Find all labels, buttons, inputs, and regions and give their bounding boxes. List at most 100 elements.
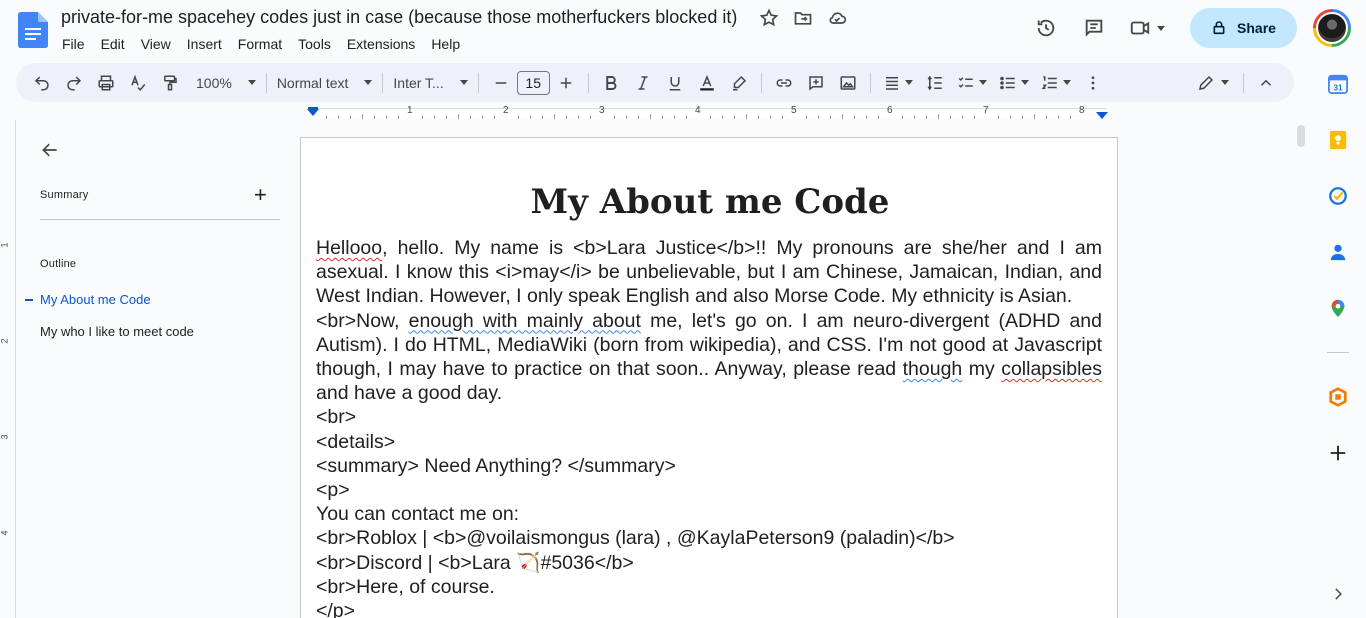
spelling-error[interactable]: collapsibles <box>1001 358 1102 380</box>
ruler-tick <box>1022 116 1023 119</box>
add-comment-button[interactable] <box>802 69 830 97</box>
move-folder-icon[interactable] <box>793 8 813 28</box>
decrease-font-size-button[interactable] <box>487 69 515 97</box>
code-line[interactable]: <br>Discord | <b>Lara 🏹#5036</b> <box>316 551 1102 575</box>
style-select[interactable]: Normal text <box>273 69 377 97</box>
document-body[interactable]: Hellooo, hello. My name is <b>Lara Justi… <box>316 236 1102 618</box>
redo-icon <box>67 75 82 90</box>
menu-insert[interactable]: Insert <box>187 34 230 54</box>
ruler-tick <box>518 116 519 119</box>
menu-file[interactable]: File <box>62 34 93 54</box>
font-select[interactable]: Inter T... <box>389 69 471 97</box>
code-line[interactable]: <br>Here, of course. <box>316 575 1102 599</box>
comments-button[interactable] <box>1074 8 1114 48</box>
font-size-input[interactable]: 15 <box>516 70 550 95</box>
code-line[interactable]: <details> <box>316 430 1102 454</box>
docs-logo-icon[interactable] <box>18 12 48 48</box>
code-line[interactable]: <summary> Need Anything? </summary> <box>316 454 1102 478</box>
grammar-suggestion[interactable]: though <box>903 358 963 380</box>
align-button[interactable] <box>879 69 917 97</box>
tasks-icon[interactable] <box>1327 185 1349 207</box>
vertical-scrollbar[interactable] <box>1297 125 1305 147</box>
right-indent-marker[interactable] <box>1096 112 1108 119</box>
toolbar-divider <box>869 72 871 93</box>
link-icon <box>776 78 792 87</box>
spelling-error[interactable]: Hellooo <box>316 237 382 259</box>
menu-tools[interactable]: Tools <box>298 34 339 54</box>
code-line[interactable]: </p> <box>316 599 1102 618</box>
bulleted-list-button[interactable] <box>995 69 1033 97</box>
ruler-number: 4 <box>695 105 701 116</box>
paragraph-intro[interactable]: Hellooo, hello. My name is <b>Lara Justi… <box>316 236 1102 309</box>
code-line[interactable]: <p> <box>316 478 1102 502</box>
italic-button[interactable] <box>629 69 657 97</box>
editing-mode-button[interactable] <box>1191 69 1235 97</box>
code-line[interactable]: <br>Roblox | <b>@voilaismongus (lara) , … <box>316 526 1102 550</box>
line-spacing-button[interactable] <box>921 69 949 97</box>
bow-arrow-emoji: 🏹 <box>516 551 541 574</box>
highlight-button[interactable] <box>725 69 753 97</box>
print-button[interactable] <box>92 69 120 97</box>
ruler-tick <box>686 116 687 119</box>
menu-help[interactable]: Help <box>431 34 468 54</box>
calendar-icon[interactable]: 31 <box>1327 73 1349 95</box>
keep-icon[interactable] <box>1327 129 1349 151</box>
insert-image-button[interactable] <box>834 69 862 97</box>
document-page[interactable]: My About me Code Hellooo, hello. My name… <box>300 137 1118 618</box>
text-run: , hello. My name is <b>Lara Justice</b>!… <box>316 237 1102 308</box>
underline-button[interactable] <box>661 69 689 97</box>
menu-extensions[interactable]: Extensions <box>347 34 423 54</box>
active-outline-marker <box>25 299 33 301</box>
checklist-button[interactable] <box>953 69 991 97</box>
outline-item-who-i-like[interactable]: My who I like to meet code <box>40 324 194 339</box>
paragraph-about[interactable]: <br>Now, enough with mainly about me, le… <box>316 309 1102 406</box>
back-arrow-icon[interactable] <box>40 140 60 160</box>
contacts-icon[interactable] <box>1327 241 1349 263</box>
menu-view[interactable]: View <box>141 34 179 54</box>
header: private-for-me spacehey codes just in ca… <box>0 0 1366 60</box>
ruler-tick <box>830 116 831 119</box>
code-line[interactable]: <br> <box>316 405 1102 429</box>
version-history-button[interactable] <box>1026 8 1066 48</box>
zoom-select[interactable]: 100% <box>192 69 260 97</box>
caret-down-icon <box>978 80 987 85</box>
office-icon[interactable] <box>1327 386 1349 408</box>
chevron-up-icon <box>1260 79 1272 86</box>
outline-item-about-me[interactable]: My About me Code <box>40 292 151 307</box>
increase-font-size-button[interactable] <box>552 69 580 97</box>
paint-format-button[interactable] <box>156 69 184 97</box>
undo-button[interactable] <box>28 69 56 97</box>
ruler-tick <box>554 114 555 119</box>
add-summary-button[interactable]: + <box>254 184 267 206</box>
star-icon[interactable] <box>759 8 779 28</box>
hide-menus-button[interactable] <box>1252 69 1280 97</box>
cloud-status-icon[interactable] <box>827 8 847 28</box>
spellcheck-button[interactable] <box>124 69 152 97</box>
chevron-right-icon[interactable] <box>1327 583 1349 605</box>
menu-edit[interactable]: Edit <box>101 34 133 54</box>
ruler-tick <box>362 114 363 119</box>
document-outline-panel: Summary + Outline My About me Code My wh… <box>16 120 296 618</box>
ruler-tick <box>1010 116 1011 119</box>
document-heading[interactable]: My About me Code <box>301 182 1119 222</box>
ruler-tick <box>614 116 615 119</box>
document-title[interactable]: private-for-me spacehey codes just in ca… <box>61 7 737 28</box>
italic-icon <box>638 75 648 90</box>
share-button[interactable]: Share <box>1190 8 1297 48</box>
redo-button[interactable] <box>60 69 88 97</box>
add-icon[interactable] <box>1327 442 1349 464</box>
text-color-button[interactable] <box>693 69 721 97</box>
avatar[interactable] <box>1313 9 1351 47</box>
maps-icon[interactable] <box>1327 297 1349 319</box>
code-line[interactable]: You can contact me on: <box>316 502 1102 526</box>
numbered-list-button[interactable] <box>1037 69 1075 97</box>
insert-link-button[interactable] <box>770 69 798 97</box>
ruler-tick <box>626 116 627 119</box>
ruler-tick <box>446 116 447 119</box>
left-indent-marker[interactable] <box>307 109 319 116</box>
menu-format[interactable]: Format <box>238 34 290 54</box>
bold-button[interactable] <box>597 69 625 97</box>
more-options-button[interactable] <box>1079 69 1107 97</box>
meet-button[interactable] <box>1122 8 1172 48</box>
grammar-suggestion[interactable]: enough with mainly about <box>409 310 641 332</box>
